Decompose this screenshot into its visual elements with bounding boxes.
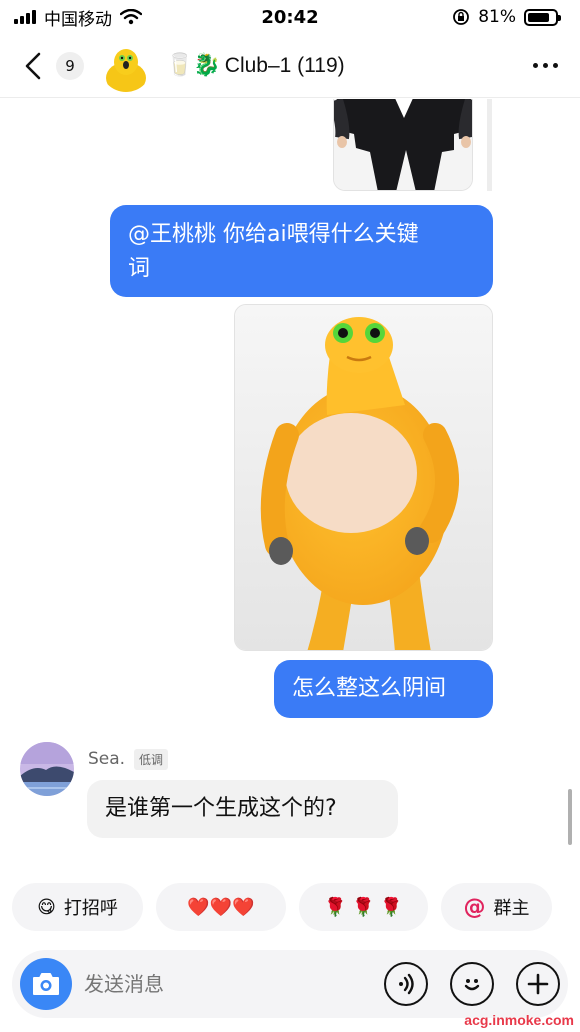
group-title-emojis: 🥛🐉 — [166, 53, 221, 78]
quick-reply-bar: 😋 打招呼 ❤️❤️❤️ 🌹 🌹 🌹 @ 群主 — [12, 883, 580, 933]
message-text: 怎么整这么阴间 — [292, 676, 447, 701]
smile-face-icon — [464, 979, 480, 991]
smile-emoji-icon: 😋 — [37, 896, 56, 918]
message-text: 词 — [128, 256, 151, 281]
add-attachment-button[interactable] — [516, 962, 560, 1006]
battery-percent: 81% — [478, 7, 516, 27]
quick-reply-roses[interactable]: 🌹 🌹 🌹 — [299, 883, 428, 931]
voice-button[interactable] — [384, 962, 428, 1006]
plus-icon — [527, 973, 549, 995]
more-horizontal-icon — [533, 63, 538, 68]
message-input[interactable] — [84, 972, 362, 996]
signal-icon — [14, 10, 36, 24]
image-message[interactable] — [234, 304, 493, 651]
emoji-button[interactable] — [450, 962, 494, 1006]
message-composer — [12, 950, 568, 1018]
my-message-bubble[interactable]: @王桃桃 你给ai喂得什么关键 词 — [110, 205, 493, 297]
back-button[interactable] — [18, 46, 48, 86]
chat-title[interactable]: Club–1 (119) — [225, 54, 345, 78]
message-text: 你给ai喂得什么关键 — [216, 222, 419, 247]
chevron-left-icon — [25, 52, 41, 79]
scrollbar[interactable] — [568, 789, 572, 845]
sender-avatar[interactable] — [20, 742, 74, 796]
at-icon: @ — [463, 894, 486, 920]
my-message-bubble[interactable]: 怎么整这么阴间 — [274, 660, 493, 718]
message-text: 是谁第一个生成这个的? — [105, 796, 337, 821]
sender-name[interactable]: Sea. — [88, 749, 125, 769]
chat-header: 9 🥛🐉 Club–1 (119) — [0, 34, 580, 98]
quick-reply-mention-owner[interactable]: @ 群主 — [441, 883, 552, 931]
orientation-lock-icon — [453, 9, 470, 25]
mention-link[interactable]: @王桃桃 — [128, 222, 216, 247]
camera-icon — [33, 973, 59, 995]
message-list[interactable]: @王桃桃 你给ai喂得什么关键 词 怎么整这么阴间 Sea. 低调 是谁第一个生… — [0, 99, 580, 869]
duck-avatar-image — [100, 39, 152, 92]
quick-reply-greet[interactable]: 😋 打招呼 — [12, 883, 143, 931]
quick-reply-hearts[interactable]: ❤️❤️❤️ — [156, 883, 286, 931]
yellow-duck-creature-image — [235, 305, 492, 650]
unread-count-badge: 9 — [56, 51, 84, 80]
man-in-suit-image — [334, 99, 472, 190]
image-message[interactable] — [333, 99, 473, 191]
status-bar: 中国移动 20:42 81% — [0, 0, 580, 34]
battery-icon — [524, 8, 561, 26]
received-message-bubble[interactable]: 是谁第一个生成这个的? — [87, 780, 398, 838]
member-role-badge: 低调 — [134, 749, 169, 770]
sunset-landscape-avatar — [20, 742, 74, 796]
thread-divider — [487, 99, 492, 191]
status-time: 20:42 — [261, 6, 319, 28]
carrier-label: 中国移动 — [44, 9, 112, 30]
camera-button[interactable] — [20, 958, 72, 1010]
more-options-button[interactable] — [529, 53, 562, 78]
watermark: acg.inmoke.com — [464, 1012, 574, 1028]
voice-wave-icon — [399, 973, 414, 995]
wifi-icon — [120, 9, 142, 25]
group-avatar[interactable] — [100, 39, 152, 92]
